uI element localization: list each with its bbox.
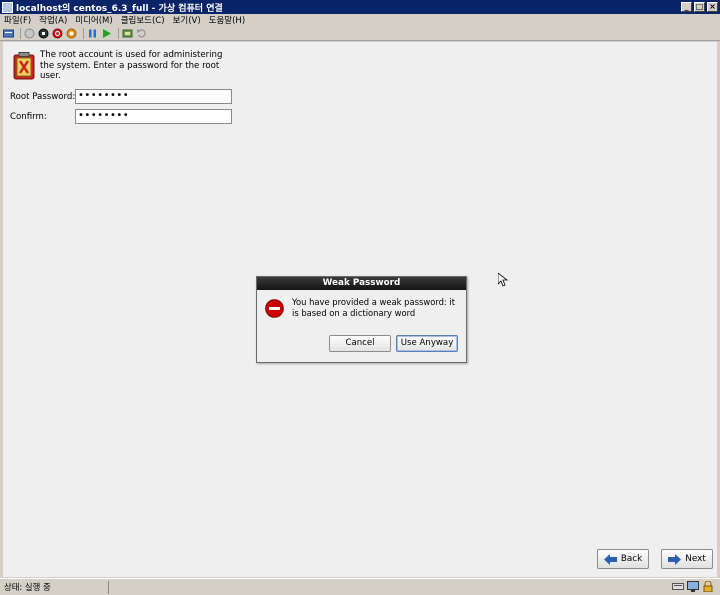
confirm-password-field[interactable]: •••••••• [75,109,232,124]
menu-view[interactable]: 보기(V) [173,14,201,26]
menu-media[interactable]: 미디어(M) [75,14,112,26]
installer-screen: The root account is used for administeri… [3,42,717,577]
use-anyway-button[interactable]: Use Anyway [396,335,458,352]
next-button-label: Next [685,554,706,564]
toolbar [0,26,720,41]
back-button[interactable]: Back [597,549,649,569]
cancel-button[interactable]: Cancel [329,335,391,352]
menu-clipboard[interactable]: 클립보드(C) [121,14,165,26]
back-arrow-icon [603,553,617,565]
menu-action[interactable]: 작업(A) [39,14,67,26]
status-bar: 상태: 실행 중 [0,578,720,595]
keyboard-icon [672,581,684,592]
dialog-message: You have provided a weak password: it is… [292,297,456,318]
menu-file[interactable]: 파일(F) [4,14,31,26]
shutdown-icon[interactable] [52,28,63,39]
menu-help[interactable]: 도움말(H) [209,14,245,26]
root-password-field[interactable]: •••••••• [75,89,232,104]
root-account-description: The root account is used for administeri… [40,50,223,81]
weak-password-dialog: Weak Password You have provided a weak p… [256,276,467,363]
ctrl-alt-del-icon[interactable] [3,28,14,39]
revert-icon[interactable] [136,28,147,39]
mouse-cursor-icon [498,273,508,287]
next-button[interactable]: Next [661,549,713,569]
window-title: localhost의 centos_6.3_full - 가상 컴퓨터 연결 [16,3,223,14]
back-button-label: Back [620,554,643,564]
toolbar-separator [20,27,21,39]
resume-icon[interactable] [101,28,112,39]
screen-icon [687,581,699,592]
next-arrow-icon [668,553,682,565]
root-password-label: Root Password: [10,92,76,102]
save-state-icon[interactable] [66,28,77,39]
snapshot-icon[interactable] [122,28,133,39]
toolbar-separator [118,27,119,39]
dialog-title: Weak Password [257,277,466,290]
minimize-button[interactable]: _ [681,2,692,12]
pause-icon[interactable] [87,28,98,39]
error-stop-icon [265,299,284,318]
status-text: 상태: 실행 중 [4,580,109,594]
confirm-label: Confirm: [10,112,47,122]
turn-off-icon[interactable] [38,28,49,39]
window-titlebar: localhost의 centos_6.3_full - 가상 컴퓨터 연결 _… [0,0,720,14]
close-button[interactable]: × [707,2,718,12]
start-icon[interactable] [24,28,35,39]
maximize-button[interactable]: □ [694,2,705,12]
toolbar-separator [83,27,84,39]
lock-icon [702,580,714,593]
menu-bar: 파일(F) 작업(A) 미디어(M) 클립보드(C) 보기(V) 도움말(H) [0,14,720,26]
vm-connection-icon [2,1,13,13]
root-key-icon [13,52,35,80]
